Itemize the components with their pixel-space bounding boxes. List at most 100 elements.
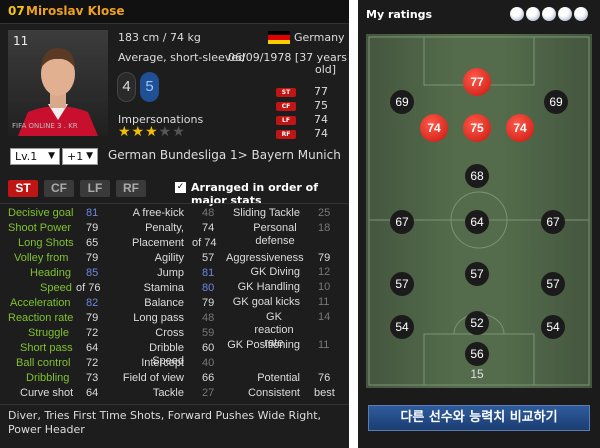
rating-node-lw: 69 xyxy=(390,90,414,114)
weak-foot: 4 xyxy=(117,72,136,102)
stat-name: Personal defense xyxy=(253,222,297,247)
position-tab-st[interactable]: ST xyxy=(8,180,38,197)
stat-value: 11 xyxy=(318,339,330,351)
stat-name: Field of view xyxy=(122,372,184,384)
rating-node-cf: 75 xyxy=(463,114,491,142)
plus-select[interactable]: +1 ▼ xyxy=(62,148,98,165)
level-select[interactable]: Lv.1 ▼ xyxy=(10,148,60,165)
stat-value: of 76 xyxy=(76,282,101,294)
stat-value: 65 xyxy=(86,237,99,249)
stat-name: Shoot Power xyxy=(8,222,71,234)
pos-badge-lf: LF xyxy=(276,116,296,125)
pos-badge-st: ST xyxy=(276,88,296,97)
germany-flag-icon xyxy=(268,31,290,44)
stat-value: 79 xyxy=(86,312,99,324)
stat-name: GK Handling xyxy=(237,281,300,293)
stat-name: Short pass xyxy=(20,342,73,354)
card-header: 07 Miroslav Klose xyxy=(0,0,349,24)
stat-name: Penalty, xyxy=(145,222,184,234)
stat-value: 74 xyxy=(202,222,215,234)
stat-name: GK Diving xyxy=(250,266,300,278)
rating-node-st: 77 xyxy=(463,68,491,96)
stat-name: Long pass xyxy=(133,312,184,324)
skill-moves: 5 xyxy=(140,72,159,102)
stat-value: of 74 xyxy=(192,237,217,249)
stat-name: Consistent xyxy=(248,387,300,399)
player-card: 07 Miroslav Klose 11 FIFA ONLINE 3 . KR … xyxy=(0,0,349,448)
plus-select-value: +1 xyxy=(67,150,84,163)
season-badge: 07 xyxy=(8,4,25,18)
rating-node-rcdm: 57 xyxy=(541,272,565,296)
position-tab-lf[interactable]: LF xyxy=(80,180,110,197)
ball-icon xyxy=(542,7,556,21)
rating-node-cdm: 57 xyxy=(465,262,489,286)
position-tab-rf[interactable]: RF xyxy=(116,180,146,197)
stat-name: Placement xyxy=(132,237,184,249)
age-suffix: old] xyxy=(315,63,337,76)
ball-icon xyxy=(574,7,588,21)
stat-value: 57 xyxy=(202,252,215,264)
divider xyxy=(0,404,349,405)
stat-value: 79 xyxy=(202,297,215,309)
stat-value: 80 xyxy=(202,282,215,294)
traits-text: Diver, Tries First Time Shots, Forward P… xyxy=(8,409,322,436)
stat-name: GK Positioning xyxy=(227,339,300,351)
stat-value: 48 xyxy=(202,207,215,219)
stat-name: Jump xyxy=(157,267,184,279)
stat-name: Balance xyxy=(144,297,184,309)
pos-badge-cf: CF xyxy=(276,102,296,111)
rating-node-lm: 67 xyxy=(390,210,414,234)
stat-name: Curve shot xyxy=(20,387,74,399)
stat-value: 79 xyxy=(318,252,331,264)
stat-value: 72 xyxy=(86,357,99,369)
stat-name: Volley from xyxy=(14,252,69,264)
pos-ovr-rf: 74 xyxy=(314,127,328,140)
chevron-down-icon: ▼ xyxy=(86,151,93,161)
stat-value: 40 xyxy=(202,357,215,369)
stat-name: Heading xyxy=(30,267,71,279)
stat-name: Agility xyxy=(154,252,184,264)
stat-value: 18 xyxy=(318,222,331,234)
stat-value: 72 xyxy=(86,327,99,339)
stat-name: Dribbling xyxy=(26,372,70,384)
rating-node-cb: 52 xyxy=(465,311,489,335)
pos-ovr-cf: 75 xyxy=(314,99,328,112)
ratings-title: My ratings xyxy=(366,8,433,21)
stat-name: Stamina xyxy=(143,282,184,294)
chevron-down-icon: ▼ xyxy=(48,151,55,161)
stat-value: 66 xyxy=(202,372,215,384)
compare-players-button[interactable]: 다른 선수와 능력치 비교하기 xyxy=(368,405,590,431)
stat-name: Aggressiveness xyxy=(226,252,304,264)
stat-name: Cross xyxy=(155,327,184,339)
position-tab-cf[interactable]: CF xyxy=(44,180,74,197)
stat-value: 79 xyxy=(86,222,99,234)
stat-name: Struggle xyxy=(28,327,69,339)
ball-icon xyxy=(510,7,524,21)
stat-value: 64 xyxy=(86,342,99,354)
divider xyxy=(0,203,349,204)
pos-ovr-st: 77 xyxy=(314,85,328,98)
stat-value: 73 xyxy=(86,372,99,384)
stat-name: Acceleration xyxy=(10,297,71,309)
rating-node-lf: 74 xyxy=(420,114,448,142)
body-type: Average, short-sleeved xyxy=(118,51,245,64)
player-name: Miroslav Klose xyxy=(26,4,125,18)
nation: Germany xyxy=(294,31,345,44)
pitch: 77 69 69 74 75 74 68 67 64 67 57 57 57 5… xyxy=(366,34,592,388)
arrange-checkbox[interactable]: ✓ xyxy=(175,182,186,193)
player-photo: 11 FIFA ONLINE 3 . KR xyxy=(8,30,108,136)
stat-name: Speed xyxy=(40,282,72,294)
stat-value: 60 xyxy=(202,342,215,354)
rating-node-rb: 54 xyxy=(541,315,565,339)
stat-value: 81 xyxy=(86,207,99,219)
stat-value: 25 xyxy=(318,207,331,219)
rating-node-rw: 69 xyxy=(544,90,568,114)
rating-node-cm: 64 xyxy=(465,210,489,234)
stat-value: best xyxy=(314,387,335,399)
rating-node-gk: 15 xyxy=(470,367,484,381)
rating-node-rm: 67 xyxy=(541,210,565,234)
stat-value: 14 xyxy=(318,311,331,323)
rating-node-lb: 54 xyxy=(390,315,414,339)
rating-node-lcdm: 57 xyxy=(390,272,414,296)
rating-node-cam: 68 xyxy=(465,164,489,188)
